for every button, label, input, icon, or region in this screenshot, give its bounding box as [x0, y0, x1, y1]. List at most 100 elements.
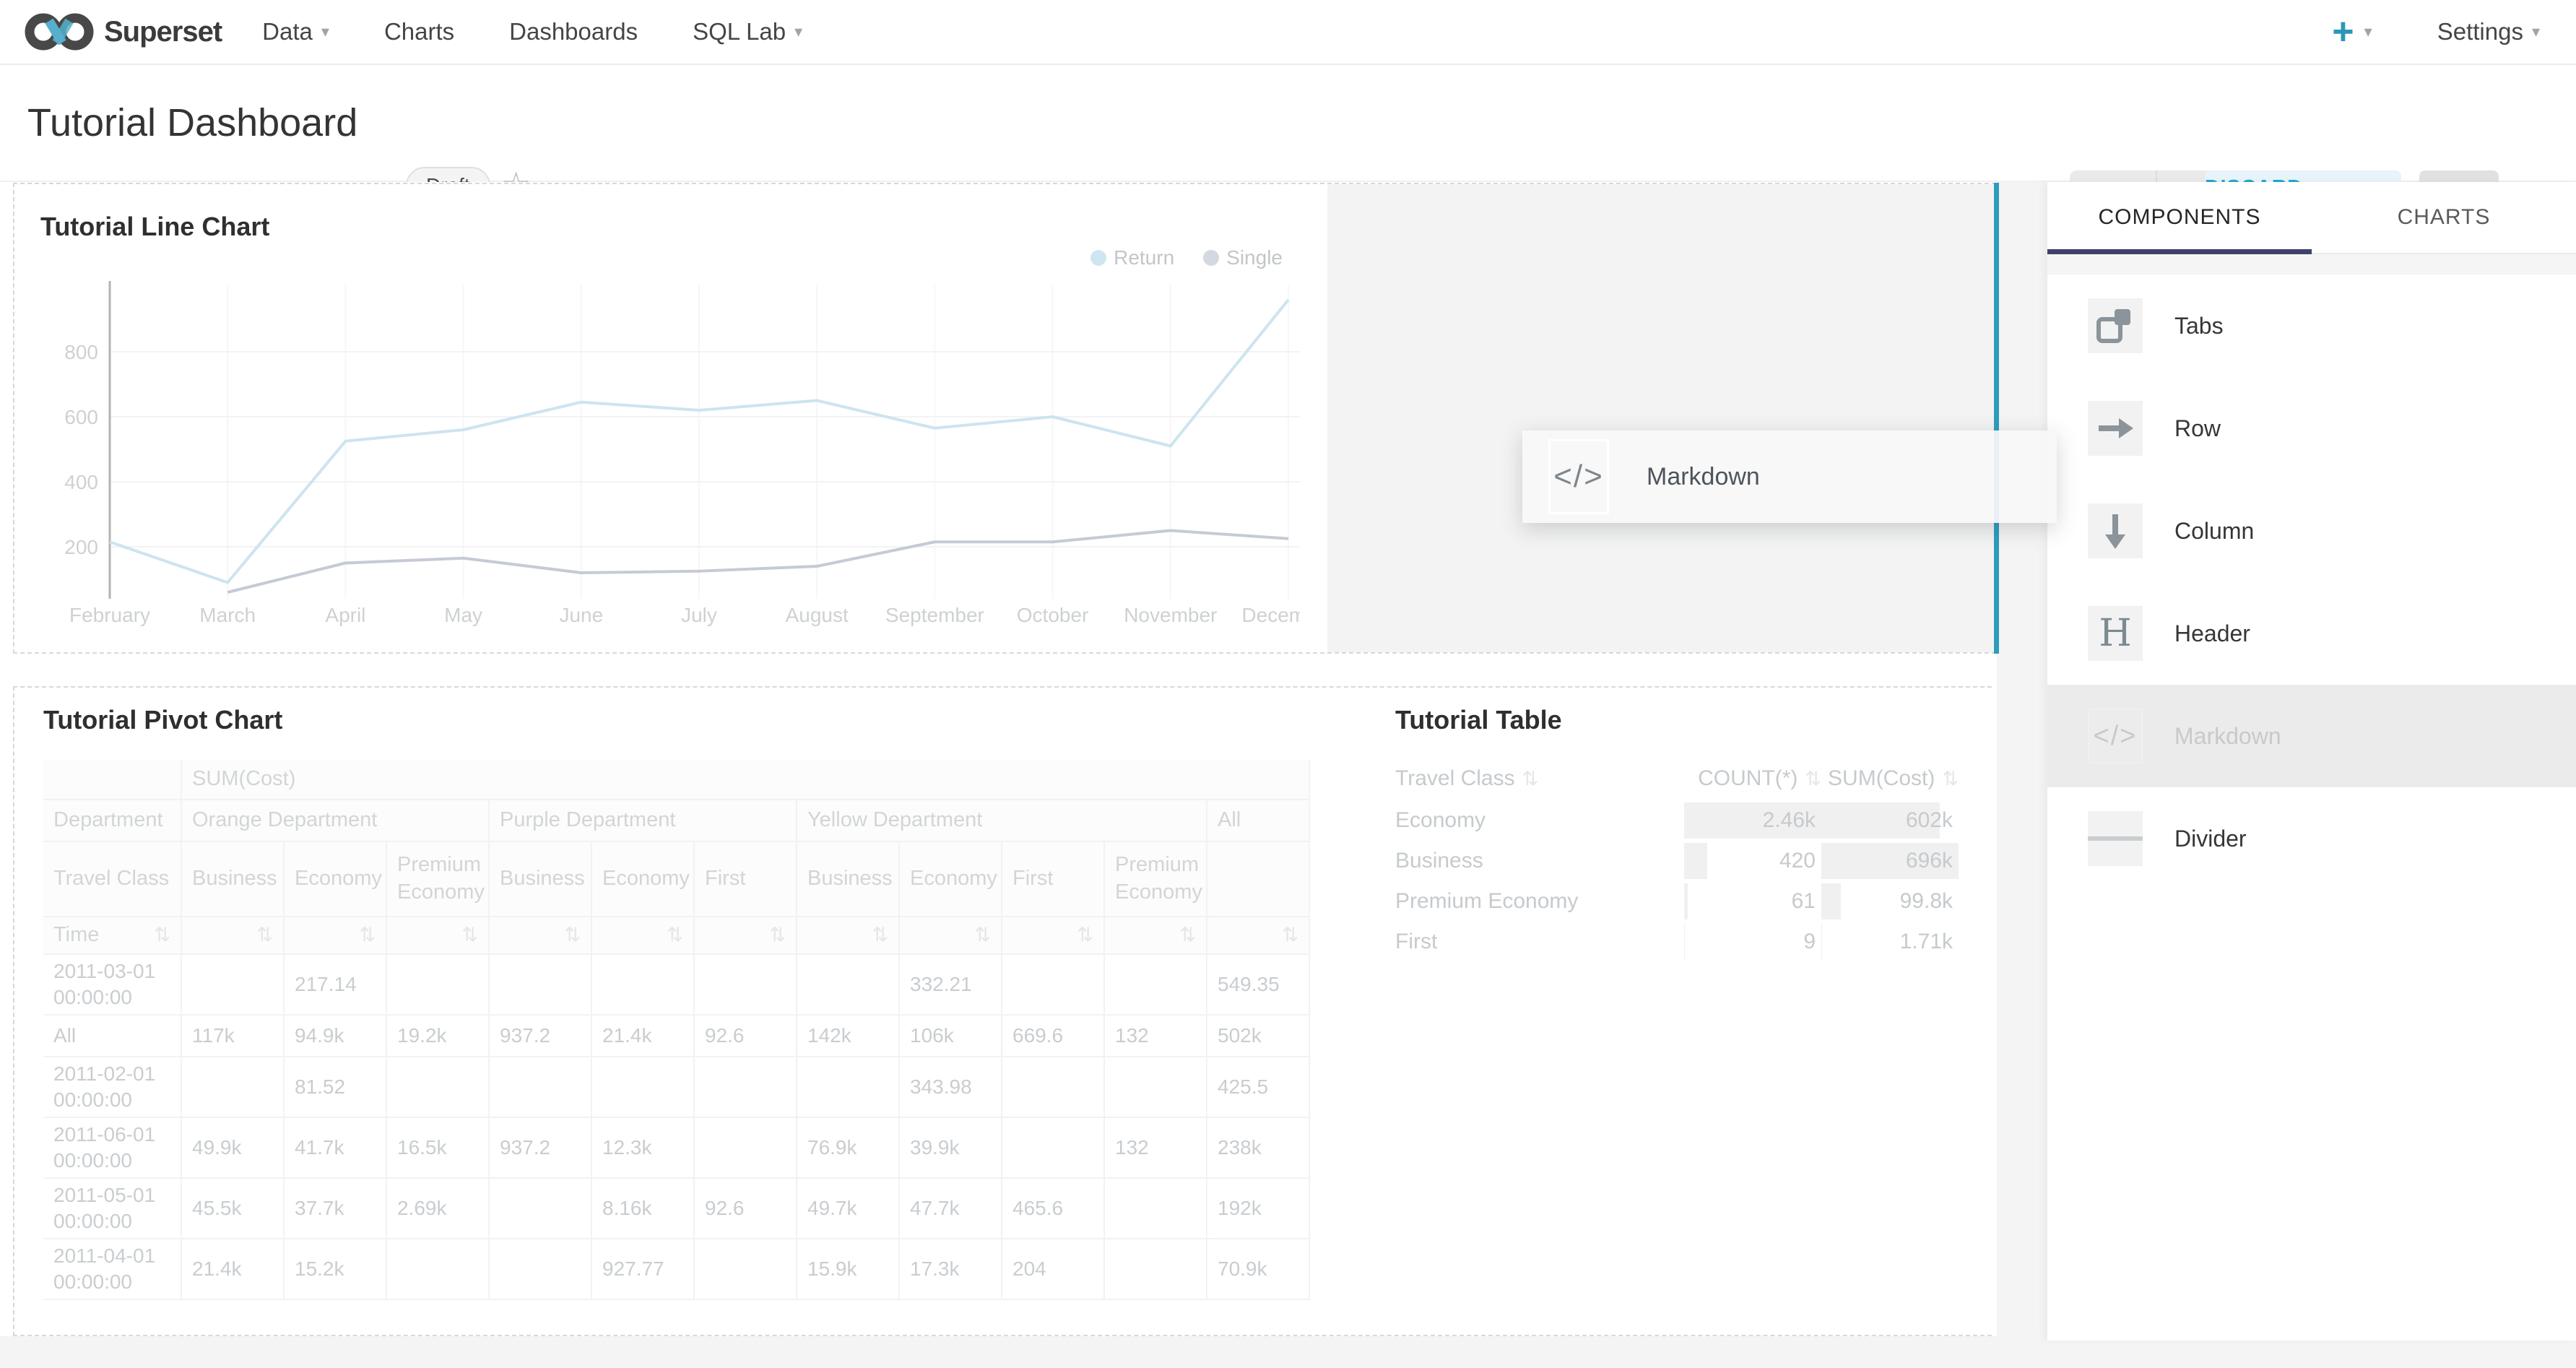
table-row: First91.71k	[1395, 922, 1959, 962]
pivot-sort-header[interactable]: ⇅	[285, 917, 387, 955]
tab-charts[interactable]: CHARTS	[2312, 182, 2576, 253]
table-column-header[interactable]: SUM(Cost)⇅	[1821, 757, 1959, 800]
pivot-value-cell: 117k	[182, 1016, 285, 1057]
sort-icon[interactable]: ⇅	[359, 922, 376, 948]
svg-text:400: 400	[64, 471, 98, 493]
pivot-value-cell	[695, 1118, 797, 1179]
component-icon-tile	[2088, 811, 2143, 866]
pivot-value-cell: 927.77	[592, 1239, 695, 1300]
pivot-sort-header[interactable]: ⇅	[1105, 917, 1207, 955]
pivot-group-header: Yellow Department	[797, 800, 1207, 842]
sidebar-item-label: Row	[2174, 415, 2221, 442]
sort-icon[interactable]: ⇅	[1282, 922, 1298, 948]
chevron-down-icon: ▾	[321, 22, 329, 41]
dashboard-row-2[interactable]: Tutorial Pivot Chart SUM(Cost)Department…	[13, 686, 1992, 1336]
svg-text:600: 600	[64, 406, 98, 428]
dashboard-canvas: Tutorial Line Chart ReturnSingle 2004006…	[0, 182, 1997, 1336]
sidebar-item-label: Divider	[2174, 826, 2247, 852]
pivot-col-header: First	[1002, 842, 1105, 917]
pivot-value-cell	[1002, 1118, 1105, 1179]
sidebar-item-tabs[interactable]: Tabs	[2047, 274, 2576, 377]
nav-item-label: Data	[262, 18, 313, 46]
sort-icon[interactable]: ⇅	[564, 922, 581, 948]
sort-icon[interactable]: ⇅	[256, 922, 273, 948]
superset-logo[interactable]: Superset	[25, 9, 222, 54]
sort-icon[interactable]: ⇅	[1179, 922, 1196, 948]
pivot-sort-header[interactable]: ⇅	[900, 917, 1002, 955]
table-column-header[interactable]: COUNT(*)⇅	[1684, 757, 1821, 800]
sidebar-item-header[interactable]: HHeader	[2047, 582, 2576, 685]
page-title: Tutorial Dashboard	[27, 100, 357, 145]
tab-components[interactable]: COMPONENTS	[2047, 182, 2312, 253]
pivot-sort-header[interactable]: ⇅	[592, 917, 695, 955]
sort-icon[interactable]: ⇅	[1942, 768, 1959, 790]
sidebar-item-column[interactable]: Column	[2047, 480, 2576, 582]
sort-icon[interactable]: ⇅	[1077, 922, 1093, 948]
component-icon-tile	[2088, 503, 2143, 558]
sidebar-item-divider[interactable]: Divider	[2047, 787, 2576, 890]
table-cell-label: Premium Economy	[1395, 881, 1684, 922]
svg-text:October: October	[1017, 604, 1089, 626]
brand-name: Superset	[104, 16, 222, 48]
pivot-group-header: Orange Department	[182, 800, 490, 842]
arrow-right-icon	[2094, 407, 2136, 449]
empty-drop-zone[interactable]	[1327, 184, 1996, 652]
pivot-value-cell: 142k	[797, 1016, 900, 1057]
nav-item-charts[interactable]: Charts	[384, 18, 454, 46]
pivot-col-header: Business	[182, 842, 285, 917]
table-row: Business420696k	[1395, 841, 1959, 881]
sidebar-tabs: COMPONENTSCHARTS	[2047, 182, 2576, 254]
table-column-header[interactable]: Travel Class⇅	[1395, 757, 1684, 800]
main-area: Tutorial Line Chart ReturnSingle 2004006…	[0, 182, 2576, 1368]
svg-text:April: April	[325, 604, 365, 626]
divider-icon	[2088, 836, 2143, 841]
table-cell-label: First	[1395, 922, 1684, 962]
pivot-value-cell	[592, 955, 695, 1016]
pivot-sort-header[interactable]: ⇅	[182, 917, 285, 955]
sidebar-item-row[interactable]: Row	[2047, 377, 2576, 480]
pivot-value-cell: 502k	[1207, 1016, 1310, 1057]
pivot-sort-header[interactable]: ⇅	[490, 917, 592, 955]
table-cell-value: 420	[1684, 841, 1821, 881]
sort-icon[interactable]: ⇅	[769, 922, 786, 948]
nav-item-label: SQL Lab	[693, 18, 786, 46]
sidebar-item-markdown[interactable]: </>Markdown	[2047, 685, 2576, 787]
svg-text:March: March	[199, 604, 256, 626]
pivot-sort-header[interactable]: ⇅	[797, 917, 900, 955]
pivot-time-header[interactable]: Time⇅	[43, 917, 182, 955]
sort-icon[interactable]: ⇅	[461, 922, 478, 948]
pivot-value-cell: 106k	[900, 1016, 1002, 1057]
nav-item-sql-lab[interactable]: SQL Lab▾	[693, 18, 802, 46]
pivot-travel-header: Travel Class	[43, 842, 182, 917]
pivot-value-cell: 669.6	[1002, 1016, 1105, 1057]
sort-icon[interactable]: ⇅	[974, 922, 991, 948]
pivot-value-cell: 49.9k	[182, 1118, 285, 1179]
chart-title: Tutorial Pivot Chart	[43, 705, 282, 735]
pivot-value-cell: 465.6	[1002, 1179, 1105, 1239]
table-cell-value: 1.71k	[1821, 922, 1959, 962]
add-new-button[interactable]: + ▾	[2332, 13, 2372, 51]
settings-menu[interactable]: Settings ▾	[2437, 18, 2540, 46]
nav-item-dashboards[interactable]: Dashboards	[509, 18, 638, 46]
sort-icon[interactable]: ⇅	[1805, 768, 1821, 790]
pivot-value-cell: 19.2k	[387, 1016, 490, 1057]
sort-icon[interactable]: ⇅	[667, 922, 683, 948]
pivot-dept-header: Department	[43, 800, 182, 842]
sort-icon[interactable]: ⇅	[1522, 768, 1539, 790]
svg-text:November: November	[1124, 604, 1217, 626]
drag-ghost-markdown[interactable]: </> Markdown	[1522, 430, 2057, 523]
pivot-value-cell: 192k	[1207, 1179, 1310, 1239]
table-row: Economy2.46k602k	[1395, 800, 1959, 841]
sort-icon[interactable]: ⇅	[154, 922, 170, 948]
arrow-down-icon	[2094, 510, 2136, 552]
pivot-col-header: Premium Economy	[1105, 842, 1207, 917]
pivot-sort-header[interactable]: ⇅	[1002, 917, 1105, 955]
sidebar-item-label: Header	[2174, 620, 2250, 647]
pivot-sort-header[interactable]: ⇅	[387, 917, 490, 955]
nav-item-data[interactable]: Data ▾	[262, 18, 329, 46]
pivot-sort-header[interactable]: ⇅	[695, 917, 797, 955]
dashboard-row-1[interactable]: Tutorial Line Chart ReturnSingle 2004006…	[13, 183, 1996, 654]
superset-infinity-icon	[25, 9, 94, 54]
sort-icon[interactable]: ⇅	[872, 922, 888, 948]
pivot-sort-header[interactable]: ⇅	[1207, 917, 1310, 955]
